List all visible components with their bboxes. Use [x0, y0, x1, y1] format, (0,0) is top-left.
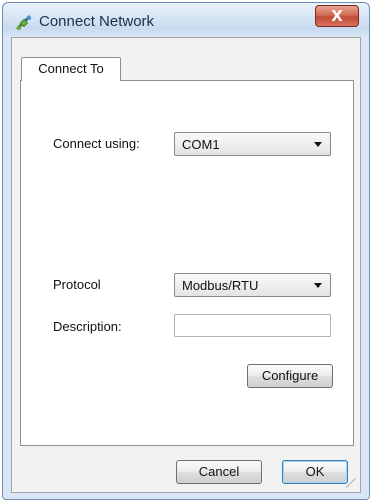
- description-label: Description:: [53, 319, 122, 334]
- protocol-selected-value: Modbus/RTU: [182, 278, 259, 293]
- connect-network-window: Connect Network X Connect To Connect usi…: [2, 2, 370, 500]
- configure-button[interactable]: Configure: [247, 364, 333, 388]
- chevron-down-icon: [314, 142, 322, 147]
- protocol-label: Protocol: [53, 277, 101, 292]
- cancel-button[interactable]: Cancel: [176, 460, 262, 484]
- ok-button[interactable]: OK: [282, 460, 348, 484]
- chevron-down-icon: [314, 283, 322, 288]
- tab-connect-to[interactable]: Connect To: [21, 57, 121, 81]
- connect-using-label: Connect using:: [53, 136, 140, 151]
- resize-grip[interactable]: [346, 478, 356, 488]
- network-plug-icon: [16, 15, 31, 30]
- window-title: Connect Network: [39, 13, 155, 30]
- description-field[interactable]: [174, 314, 331, 337]
- connect-using-select[interactable]: COM1: [174, 132, 331, 156]
- connect-using-selected-value: COM1: [182, 137, 220, 152]
- title-bar[interactable]: Connect Network X: [3, 3, 369, 37]
- close-button[interactable]: X: [315, 5, 359, 27]
- dialog-client-area: Connect To Connect using: COM1 Protocol …: [11, 37, 361, 493]
- connect-to-tab-panel: Connect using: COM1 Protocol Modbus/RTU …: [20, 80, 354, 446]
- protocol-select[interactable]: Modbus/RTU: [174, 273, 331, 297]
